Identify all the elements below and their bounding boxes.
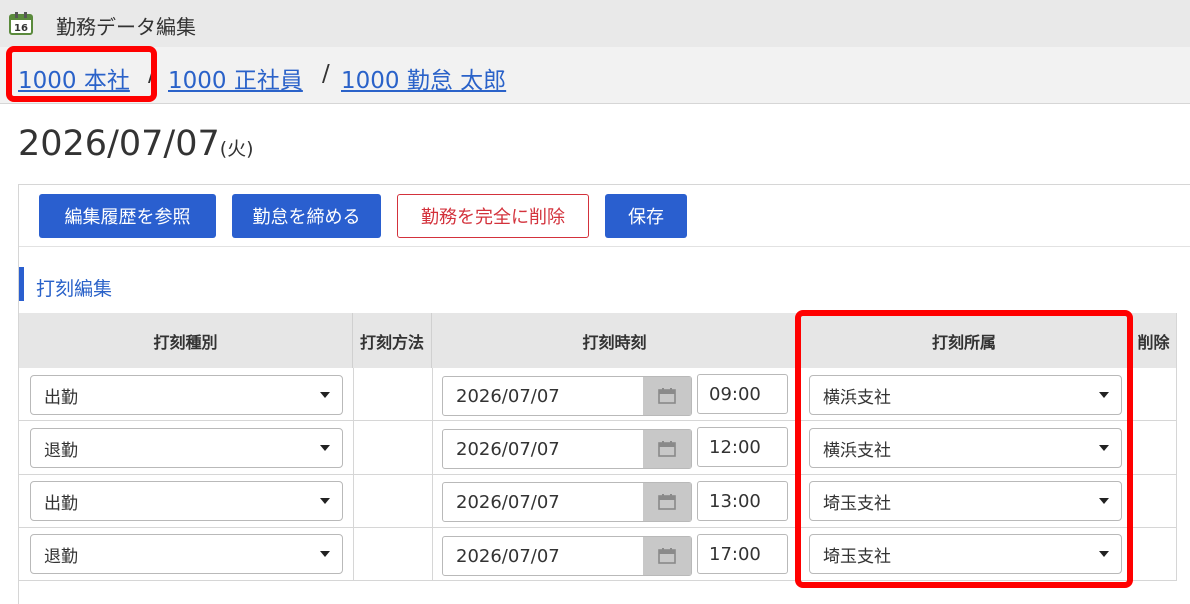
chevron-down-icon (320, 445, 330, 451)
punch-date-input[interactable]: 2026/07/07 (442, 429, 692, 469)
section-title: 打刻編集 (36, 278, 113, 300)
punch-time-input[interactable]: 17:00 (697, 534, 788, 574)
title-bar: 16 勤務データ編集 (0, 0, 1190, 47)
column-header-method: 打刻方法 (353, 313, 432, 368)
chevron-down-icon (1099, 445, 1109, 451)
breadcrumb-separator: / (148, 61, 156, 87)
punch-type-value: 出勤 (44, 493, 78, 514)
date-value: 2026/07/07 (18, 124, 220, 164)
punch-type-value: 出勤 (44, 387, 78, 408)
punch-time-input[interactable]: 13:00 (697, 481, 788, 521)
column-divider (353, 368, 354, 581)
breadcrumb-separator: / (322, 61, 330, 87)
punch-date-value: 2026/07/07 (456, 385, 560, 407)
affiliation-value: 埼玉支社 (823, 546, 891, 567)
column-header-type: 打刻種別 (19, 313, 353, 368)
column-divider (798, 368, 799, 581)
chevron-down-icon (1099, 498, 1109, 504)
calendar-icon[interactable] (643, 483, 691, 521)
close-attendance-button[interactable]: 勤怠を締める (232, 194, 381, 238)
punch-type-select[interactable]: 退勤 (30, 534, 343, 574)
divider (19, 246, 1190, 247)
chevron-down-icon (320, 551, 330, 557)
affiliation-value: 埼玉支社 (823, 493, 891, 514)
column-header-time: 打刻時刻 (432, 313, 798, 368)
punch-type-select[interactable]: 出勤 (30, 481, 343, 521)
punch-type-value: 退勤 (44, 440, 78, 461)
punch-type-select[interactable]: 出勤 (30, 375, 343, 415)
svg-text:16: 16 (14, 23, 28, 34)
app-title: 勤務データ編集 (56, 15, 196, 39)
calendar-icon[interactable] (643, 377, 691, 415)
affiliation-select[interactable]: 横浜支社 (809, 375, 1122, 415)
section-marker (19, 267, 24, 301)
chevron-down-icon (1099, 551, 1109, 557)
calendar-icon[interactable] (643, 430, 691, 468)
delete-work-button[interactable]: 勤務を完全に削除 (397, 194, 589, 238)
breadcrumb-company-link[interactable]: 1000 本社 (18, 61, 130, 95)
punch-date-value: 2026/07/07 (456, 491, 560, 513)
punch-date-value: 2026/07/07 (456, 438, 560, 460)
column-divider (1176, 313, 1177, 581)
punch-type-select[interactable]: 退勤 (30, 428, 343, 468)
affiliation-select[interactable]: 埼玉支社 (809, 481, 1122, 521)
column-divider (432, 368, 433, 581)
affiliation-select[interactable]: 埼玉支社 (809, 534, 1122, 574)
breadcrumb-employment-link[interactable]: 1000 正社員 (168, 61, 303, 95)
punch-type-value: 退勤 (44, 546, 78, 567)
chevron-down-icon (320, 392, 330, 398)
chevron-down-icon (320, 498, 330, 504)
punch-date-input[interactable]: 2026/07/07 (442, 376, 692, 416)
calendar-icon[interactable] (643, 537, 691, 575)
column-divider (1131, 368, 1132, 581)
affiliation-value: 横浜支社 (823, 387, 891, 408)
calendar-icon: 16 (9, 12, 33, 35)
punch-time-input[interactable]: 09:00 (697, 374, 788, 414)
punch-date-input[interactable]: 2026/07/07 (442, 536, 692, 576)
affiliation-select[interactable]: 横浜支社 (809, 428, 1122, 468)
affiliation-value: 横浜支社 (823, 440, 891, 461)
column-header-affiliation: 打刻所属 (798, 313, 1131, 368)
punch-time-input[interactable]: 12:00 (697, 427, 788, 467)
view-history-button[interactable]: 編集履歴を参照 (39, 194, 216, 238)
punch-date-value: 2026/07/07 (456, 545, 560, 567)
column-header-delete: 削除 (1131, 313, 1176, 368)
breadcrumb: 1000 本社 / 1000 正社員 / 1000 勤怠 太郎 (0, 47, 1190, 104)
chevron-down-icon (1099, 392, 1109, 398)
date-weekday: (火) (219, 138, 254, 160)
page-title: 2026/07/07(火) (18, 124, 254, 164)
save-button[interactable]: 保存 (605, 194, 687, 238)
punch-date-input[interactable]: 2026/07/07 (442, 482, 692, 522)
breadcrumb-employee-link[interactable]: 1000 勤怠 太郎 (341, 61, 506, 95)
